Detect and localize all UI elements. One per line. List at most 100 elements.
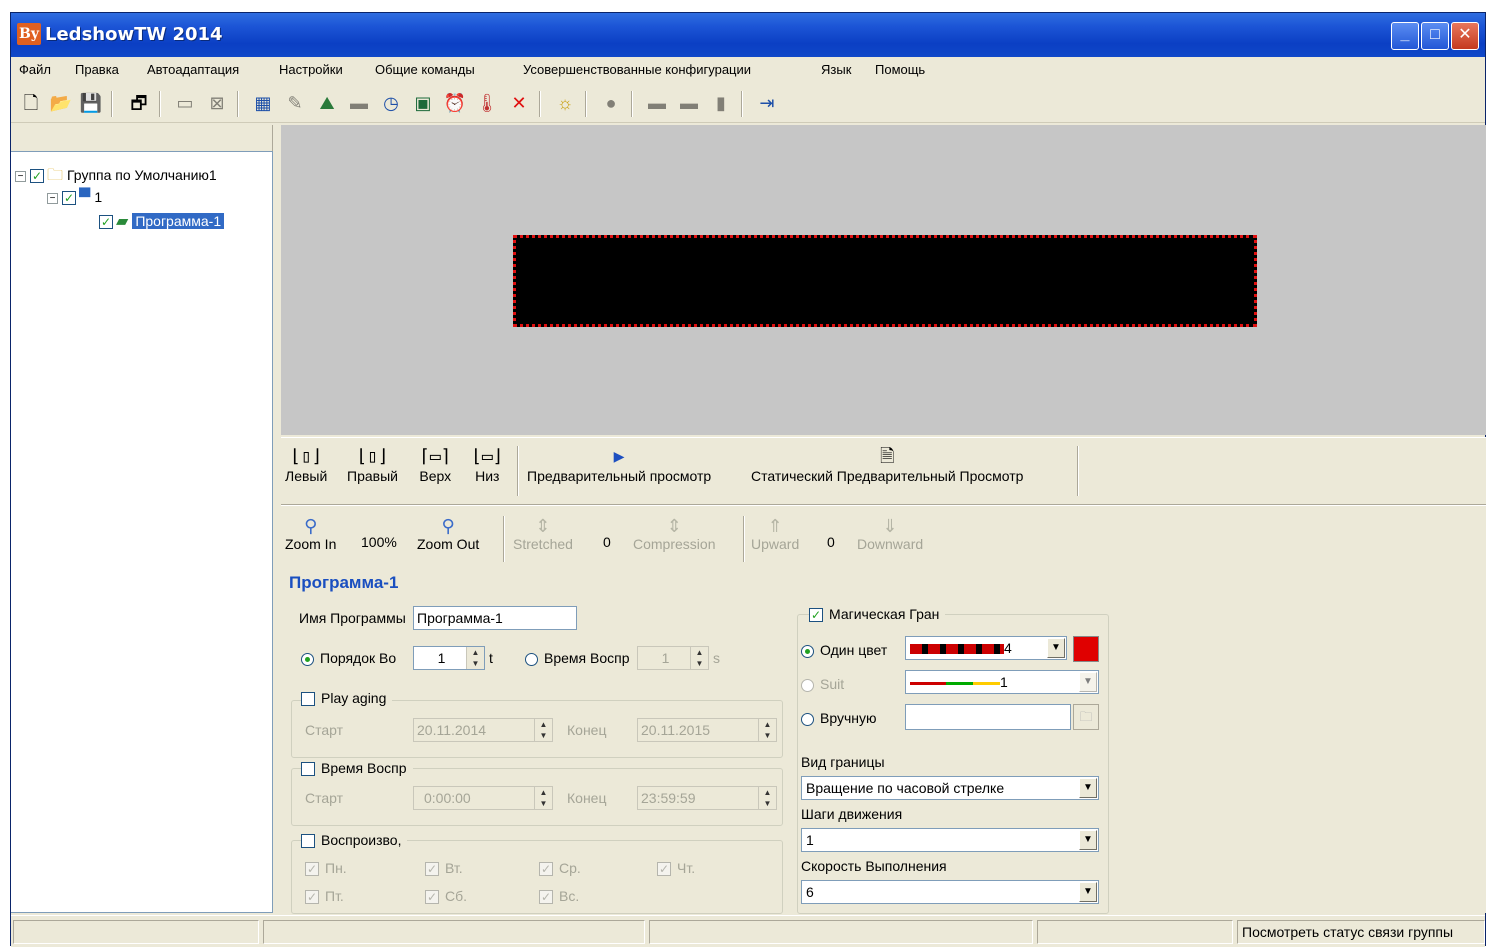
receive-icon[interactable]: ▬ xyxy=(677,91,701,115)
chevron-down-icon[interactable]: ▼ xyxy=(1079,778,1097,798)
area-icon[interactable]: ▭ xyxy=(173,91,197,115)
checkbox-empty[interactable] xyxy=(301,692,315,707)
led-screen[interactable] xyxy=(513,235,1257,327)
checkbox[interactable]: ✓ xyxy=(62,191,76,206)
manual-radio[interactable]: Вручную xyxy=(801,710,877,726)
zoom-out-button[interactable]: ⚲ Zoom Out xyxy=(417,516,479,552)
end-time-input[interactable]: 23:59:59 ▲ ▼ xyxy=(637,786,777,810)
radio-on[interactable] xyxy=(301,652,314,666)
align-bottom-button[interactable]: ⌊▭⌋ Низ xyxy=(471,446,504,484)
day-tue[interactable]: ✓ Вт. xyxy=(425,860,463,877)
order-radio[interactable]: Порядок Во xyxy=(301,650,396,666)
temperature-icon[interactable]: 🌡 xyxy=(475,91,499,115)
preview-area[interactable] xyxy=(281,125,1486,435)
color-swatch[interactable] xyxy=(1073,636,1099,662)
checkbox-checked[interactable]: ✓ xyxy=(539,890,553,905)
tree-node-screen[interactable]: − ✓ ▀ 1 xyxy=(47,186,102,208)
send-icon[interactable]: ▬ xyxy=(645,91,669,115)
program-name-input[interactable]: Программа-1 xyxy=(413,606,577,630)
spin-icon[interactable]: ▲ ▼ xyxy=(758,787,776,809)
menu-help[interactable]: Помощь xyxy=(875,62,925,77)
play-aging-checkbox[interactable]: Play aging xyxy=(301,690,393,707)
collapse-icon[interactable]: − xyxy=(15,170,26,182)
magic-border-checkbox[interactable]: ✓ Магическая Гран xyxy=(809,606,946,623)
checkbox-checked[interactable]: ✓ xyxy=(305,890,319,905)
calendar-icon[interactable]: ▣ xyxy=(411,91,435,115)
day-fri[interactable]: ✓ Пт. xyxy=(305,888,344,905)
checkbox[interactable]: ✓ xyxy=(99,215,113,230)
checkbox-checked[interactable]: ✓ xyxy=(657,862,671,877)
radio-off[interactable] xyxy=(525,652,538,666)
spin-icon[interactable]: ▲ ▼ xyxy=(466,647,484,669)
upward-button[interactable]: ⇑ Upward xyxy=(751,516,799,552)
picture-icon[interactable]: ⛰ xyxy=(315,91,339,115)
day-thu[interactable]: ✓ Чт. xyxy=(657,860,695,877)
end-date-input[interactable]: 20.11.2015 ▲ ▼ xyxy=(637,718,777,742)
order-stepper[interactable]: 1 ▲ ▼ xyxy=(413,646,485,670)
radio-off[interactable] xyxy=(801,712,814,726)
minimize-button[interactable]: _ xyxy=(1391,22,1419,50)
suit-radio[interactable]: Suit xyxy=(801,676,844,692)
downward-button[interactable]: ⇓ Downward xyxy=(857,516,923,552)
spin-icon[interactable]: ▲ ▼ xyxy=(758,719,776,741)
chevron-down-icon[interactable]: ▼ xyxy=(1079,830,1097,850)
menu-common-commands[interactable]: Общие команды xyxy=(375,62,475,77)
day-sat[interactable]: ✓ Сб. xyxy=(425,888,467,905)
checkbox-checked[interactable]: ✓ xyxy=(539,862,553,877)
spin-icon[interactable]: ▲ ▼ xyxy=(534,719,552,741)
spin-icon[interactable]: ▲ ▼ xyxy=(690,647,708,669)
preview-button[interactable]: ▶ Предварительный просмотр xyxy=(527,446,711,484)
menu-auto-adapt[interactable]: Автоадаптация xyxy=(147,62,239,77)
maximize-button[interactable]: □ xyxy=(1421,22,1449,50)
day-sun[interactable]: ✓ Вс. xyxy=(539,888,579,905)
connection-status-text[interactable]: Посмотреть статус связи группы xyxy=(1237,920,1485,944)
menu-edit[interactable]: Правка xyxy=(75,62,119,77)
save-icon[interactable]: 💾 xyxy=(79,91,103,115)
checkbox[interactable]: ✓ xyxy=(30,169,44,184)
checkbox-checked[interactable]: ✓ xyxy=(425,890,439,905)
menu-file[interactable]: Файл xyxy=(19,62,51,77)
border-type-select[interactable]: Вращение по часовой стрелке ▼ xyxy=(801,776,1099,800)
checkbox-checked[interactable]: ✓ xyxy=(425,862,439,877)
chevron-down-icon[interactable]: ▼ xyxy=(1079,882,1097,902)
menu-language[interactable]: Язык xyxy=(821,62,851,77)
new-file-icon[interactable]: 🗋 xyxy=(19,91,43,115)
stretched-button[interactable]: ⇕ Stretched xyxy=(513,516,573,552)
checkbox-checked[interactable]: ✓ xyxy=(305,862,319,877)
playback-checkbox[interactable]: Воспроизво, xyxy=(301,832,408,849)
alarm-icon[interactable]: ⏰ xyxy=(443,91,467,115)
manual-input[interactable] xyxy=(905,704,1071,730)
align-left-button[interactable]: ⌊▯⌋ Левый xyxy=(285,446,327,484)
stop-icon[interactable]: ● xyxy=(599,91,623,115)
day-wed[interactable]: ✓ Ср. xyxy=(539,860,581,877)
edit-icon[interactable]: ✎ xyxy=(283,91,307,115)
delete-icon[interactable]: ✕ xyxy=(507,91,531,115)
clock-icon[interactable]: ◷ xyxy=(379,91,403,115)
time-radio[interactable]: Время Воспр xyxy=(525,650,630,666)
close-button[interactable]: ✕ xyxy=(1451,22,1479,50)
start-time-input[interactable]: 0:00:00 ▲ ▼ xyxy=(413,786,553,810)
single-color-radio[interactable]: Один цвет xyxy=(801,642,887,658)
program-tree[interactable]: − ✓ 🗀 Группа по Умолчанию1 − ✓ ▀ 1 ✓ ▰ Программа… xyxy=(11,151,273,913)
chevron-down-icon[interactable]: ▼ xyxy=(1079,672,1097,692)
checkbox-empty[interactable] xyxy=(301,762,315,777)
exit-icon[interactable]: ⇥ xyxy=(755,91,779,115)
brightness-icon[interactable]: ☼ xyxy=(553,91,577,115)
tree-node-group[interactable]: − ✓ 🗀 Группа по Умолчанию1 xyxy=(15,164,217,186)
static-preview-button[interactable]: 🗎 Статический Предварительный Просмотр xyxy=(751,446,1023,484)
radio-on[interactable] xyxy=(801,644,814,658)
align-right-button[interactable]: ⌊▯⌋ Правый xyxy=(347,446,398,484)
table-icon[interactable]: ▦ xyxy=(251,91,275,115)
usb-icon[interactable]: ▮ xyxy=(709,91,733,115)
start-date-input[interactable]: 20.11.2014 ▲ ▼ xyxy=(413,718,553,742)
screen-icon[interactable]: 🗗 xyxy=(127,91,151,115)
text-area-icon[interactable]: ⊠ xyxy=(205,91,229,115)
radio-off[interactable] xyxy=(801,678,814,692)
speed-select[interactable]: 6 ▼ xyxy=(801,880,1099,904)
checkbox-empty[interactable] xyxy=(301,834,315,849)
collapse-icon[interactable]: − xyxy=(47,192,58,204)
menu-settings[interactable]: Настройки xyxy=(279,62,343,77)
play-time-checkbox[interactable]: Время Воспр xyxy=(301,760,413,777)
tree-node-program[interactable]: ✓ ▰ Программа-1 xyxy=(99,210,225,232)
subtitle-icon[interactable]: ▬ xyxy=(347,91,371,115)
